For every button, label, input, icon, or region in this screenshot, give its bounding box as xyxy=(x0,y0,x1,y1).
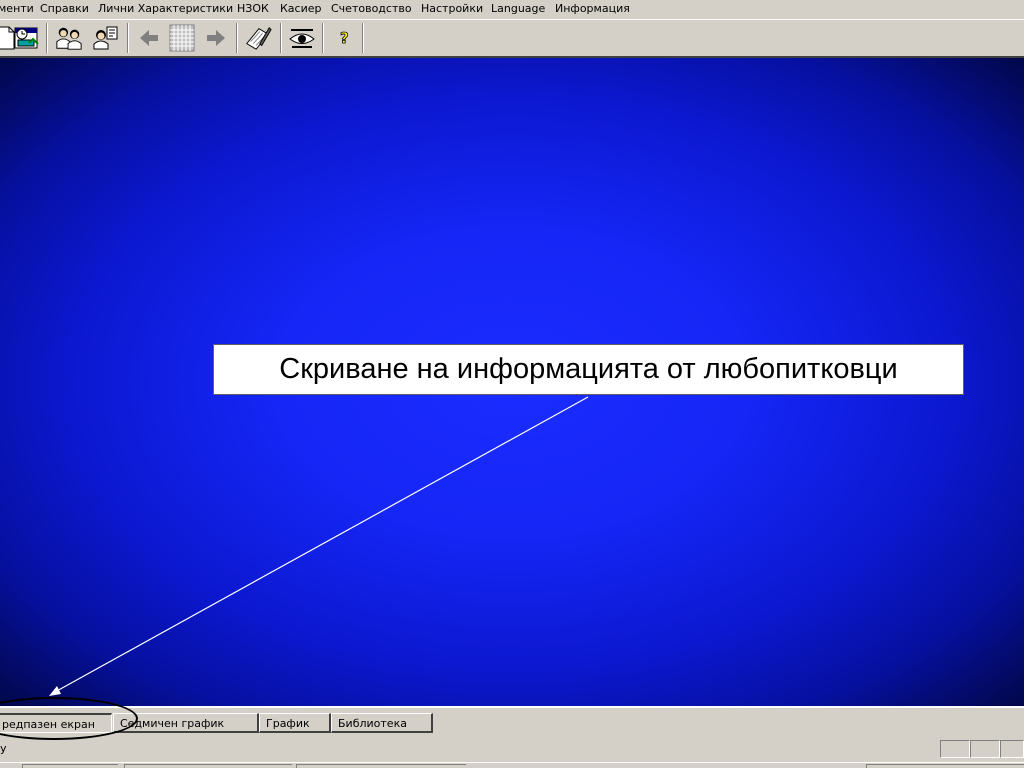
taskbar xyxy=(0,762,1024,768)
schedule-button[interactable] xyxy=(13,23,41,53)
toolbar: ? xyxy=(0,19,1024,57)
menu-item-information[interactable]: Информация xyxy=(555,1,630,17)
hide-eye-icon xyxy=(289,29,315,48)
menu-item-nzok[interactable]: НЗОК xyxy=(237,1,269,17)
status-panel xyxy=(1000,740,1024,758)
menu-item-cashier[interactable]: Касиер xyxy=(280,1,322,17)
application-window: менти Справки Лични Характеристики НЗОК … xyxy=(0,0,1024,768)
menu-item-language[interactable]: Language xyxy=(491,1,545,17)
taskbar-item[interactable] xyxy=(296,764,466,768)
toolbar-separator xyxy=(236,23,238,53)
help-button[interactable]: ? xyxy=(330,23,358,53)
tab-screen-saver[interactable]: редпазен екран xyxy=(0,713,112,733)
previous-button[interactable] xyxy=(135,23,163,53)
tab-schedule[interactable]: График xyxy=(259,713,331,733)
status-panel xyxy=(970,740,1000,758)
toolbar-separator xyxy=(127,23,129,53)
status-panel xyxy=(940,740,970,758)
forward-arrow-icon xyxy=(207,30,225,46)
hide-info-button[interactable] xyxy=(288,23,316,53)
toolbar-separator xyxy=(322,23,324,53)
toolbar-separator xyxy=(280,23,282,53)
screen-saver-area: Скриване на информацията от любопитковци xyxy=(0,58,1024,706)
back-arrow-icon xyxy=(140,30,158,46)
edit-button[interactable] xyxy=(244,23,272,53)
tab-library[interactable]: Библиотека xyxy=(331,713,433,733)
taskbar-item xyxy=(866,764,1024,768)
callout-text: Скриване на информацията от любопитковци xyxy=(279,353,898,385)
patients-group-icon xyxy=(56,27,82,50)
calendar-button[interactable] xyxy=(168,23,196,53)
next-button[interactable] xyxy=(202,23,230,53)
menu-item-reports[interactable]: Справки xyxy=(40,1,89,17)
status-text: y xyxy=(0,742,7,755)
schedule-icon xyxy=(14,27,39,49)
taskbar-item[interactable] xyxy=(22,764,118,768)
toolbar-separator xyxy=(362,23,364,53)
taskbar-item[interactable] xyxy=(124,764,292,768)
tab-weekly-schedule[interactable]: Седмичен график xyxy=(113,713,259,733)
status-bar: y xyxy=(0,737,1024,762)
patients-button[interactable] xyxy=(55,23,83,53)
menu-item-personal-characteristics[interactable]: Лични Характеристики xyxy=(98,1,233,17)
svg-text:?: ? xyxy=(340,29,349,47)
edit-pen-icon xyxy=(246,26,272,50)
help-icon: ? xyxy=(340,29,350,48)
patient-card-button[interactable] xyxy=(92,23,120,53)
menu-item-settings[interactable]: Настройки xyxy=(421,1,483,17)
calendar-grid-icon xyxy=(169,24,195,52)
patient-edit-icon xyxy=(93,26,118,50)
callout-box: Скриване на информацията от любопитковци xyxy=(213,344,964,395)
menu-item-accounting[interactable]: Счетоводство xyxy=(331,1,412,17)
menu-item-instruments[interactable]: менти xyxy=(0,1,34,17)
menu-bar: менти Справки Лични Характеристики НЗОК … xyxy=(0,0,1024,18)
tab-strip: редпазен екран Седмичен график График Би… xyxy=(0,706,1024,737)
toolbar-separator xyxy=(46,23,48,53)
